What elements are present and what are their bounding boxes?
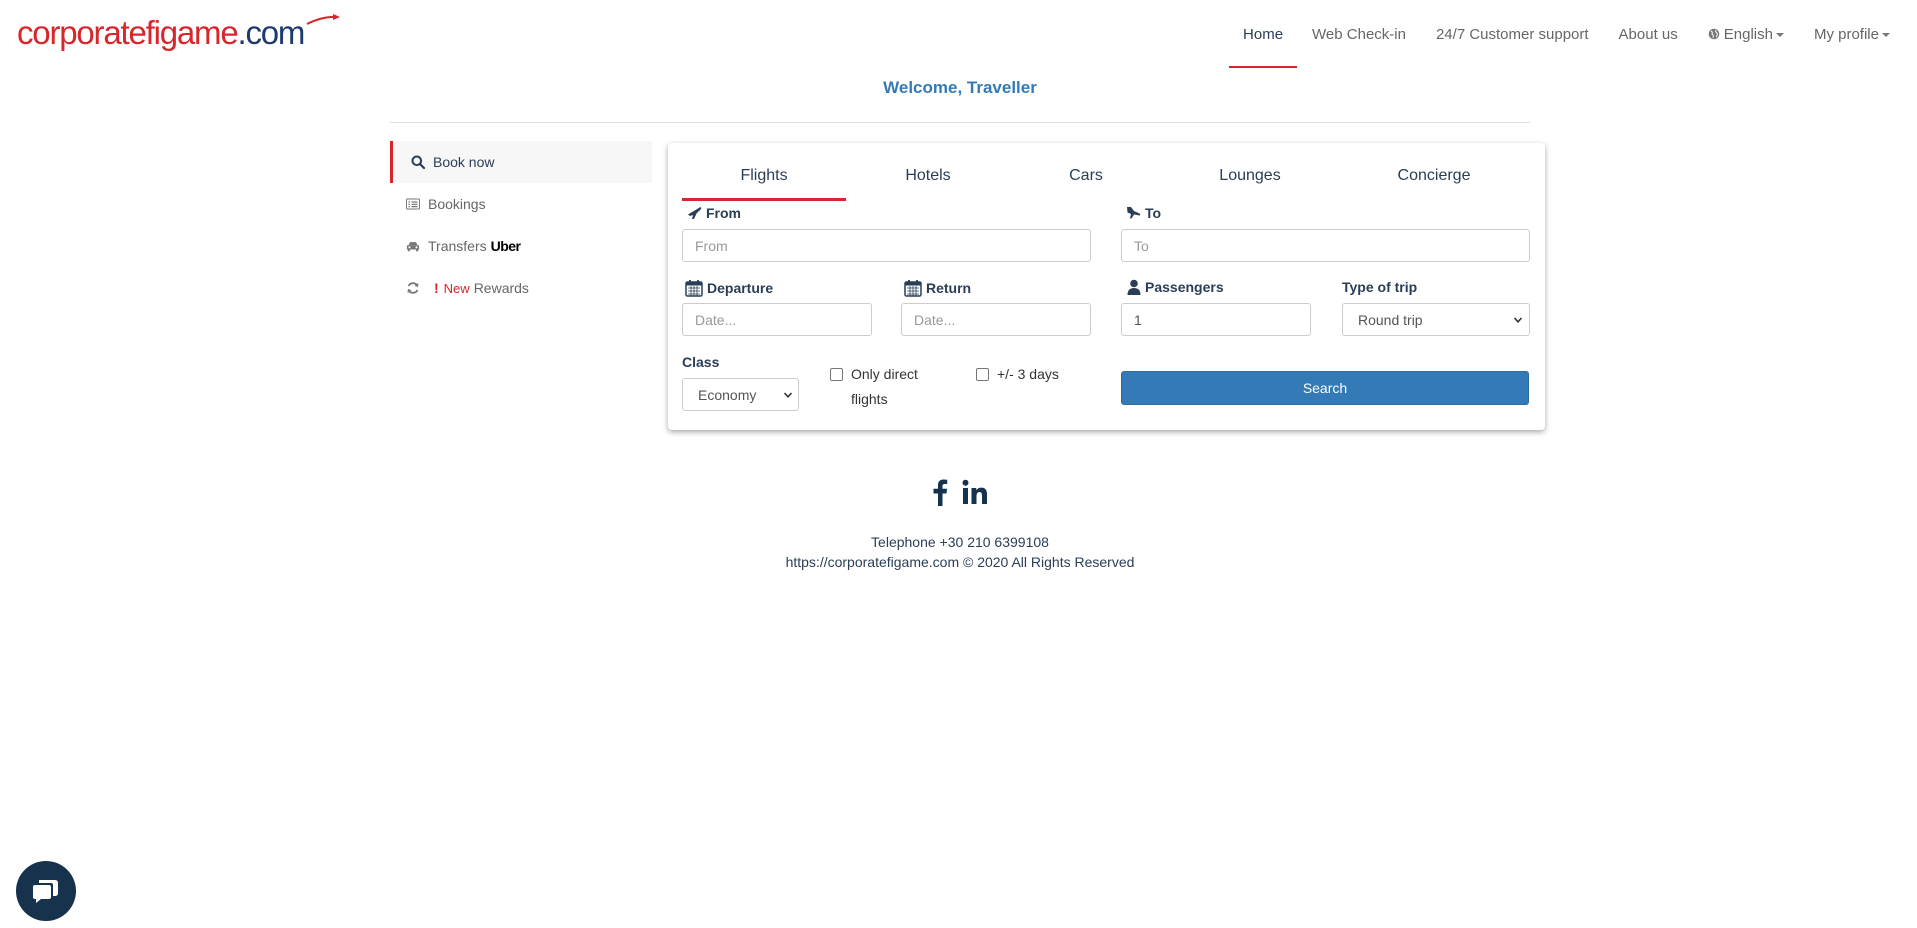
nav-about-us-label: About us <box>1618 25 1678 43</box>
linkedin-icon[interactable] <box>962 479 988 505</box>
passengers-input[interactable] <box>1121 303 1311 336</box>
plane-takeoff-icon <box>688 207 702 219</box>
footer-copyright: https://corporatefigame.com © 2020 All R… <box>785 554 1135 570</box>
class-value: Economy <box>698 386 757 403</box>
only-direct-checkbox[interactable]: Only direct flights <box>830 362 918 412</box>
sidebar-item-label: Transfers <box>428 238 487 254</box>
from-label: From <box>687 205 741 221</box>
tab-label: Flights <box>740 167 788 184</box>
top-navbar: corporatefigame.com Home Web Check-in 24… <box>0 0 1917 68</box>
trip-type-value: Round trip <box>1358 311 1423 328</box>
tab-cars[interactable]: Cars <box>1010 153 1162 193</box>
footer-telephone: Telephone +30 210 6399108 <box>871 534 1049 550</box>
refresh-icon <box>407 282 419 294</box>
tab-concierge[interactable]: Concierge <box>1338 153 1530 193</box>
site-logo[interactable]: corporatefigame.com <box>17 12 340 52</box>
nav-my-profile-label: My profile <box>1813 25 1879 43</box>
class-label: Class <box>682 354 719 370</box>
departure-label: Departure <box>685 279 773 297</box>
sidebar-item-book-now[interactable]: Book now <box>390 141 652 183</box>
nav-my-profile-dropdown[interactable]: My profile <box>1799 0 1917 68</box>
new-badge: New <box>443 280 470 296</box>
tab-label: Cars <box>1069 167 1103 184</box>
main-nav: Home Web Check-in 24/7 Customer support … <box>1229 0 1917 68</box>
class-select[interactable]: Economy <box>682 378 799 411</box>
calendar-icon <box>685 280 703 297</box>
flex-days-label: +/- 3 days <box>997 366 1059 382</box>
return-label: Return <box>904 279 971 297</box>
tab-label: Lounges <box>1219 167 1281 184</box>
from-label-text: From <box>706 205 741 221</box>
sidebar-item-label: Book now <box>433 154 495 170</box>
alert-icon: ! <box>434 280 439 296</box>
only-direct-label: Only direct flights <box>851 362 918 412</box>
calendar-icon <box>904 280 922 297</box>
social-links <box>932 478 988 506</box>
chevron-down-icon <box>1513 316 1523 323</box>
tab-lounges[interactable]: Lounges <box>1162 153 1338 193</box>
search-icon <box>411 155 425 169</box>
sidebar-item-transfers[interactable]: Transfers Uber <box>390 225 652 267</box>
plane-landing-icon <box>1127 207 1141 219</box>
tab-label: Hotels <box>905 167 951 184</box>
only-direct-line1: Only direct <box>851 366 918 382</box>
return-date-input[interactable] <box>901 303 1091 336</box>
tab-flights[interactable]: Flights <box>682 153 846 201</box>
nav-language-label: English <box>1723 25 1773 43</box>
nav-web-checkin[interactable]: Web Check-in <box>1297 0 1421 68</box>
to-label: To <box>1126 205 1161 221</box>
facebook-icon[interactable] <box>932 478 948 506</box>
class-label-text: Class <box>682 354 720 370</box>
search-button[interactable]: Search <box>1121 371 1529 405</box>
logo-plane-icon <box>306 14 340 25</box>
nav-home[interactable]: Home <box>1229 0 1298 68</box>
globe-icon <box>1708 28 1720 40</box>
tab-hotels[interactable]: Hotels <box>846 153 1010 193</box>
nav-home-label: Home <box>1243 25 1284 43</box>
return-label-text: Return <box>926 280 972 296</box>
departure-date-input[interactable] <box>682 303 872 336</box>
booking-tabs: Flights Hotels Cars Lounges Concierge <box>682 153 1530 201</box>
sidebar: Book now Bookings Transfers Uber ! New R… <box>390 141 652 309</box>
chevron-down-icon <box>783 391 793 398</box>
taxi-icon <box>406 242 420 252</box>
uber-logo: Uber <box>490 238 521 254</box>
sidebar-item-label: Bookings <box>428 196 486 212</box>
departure-label-text: Departure <box>707 280 774 296</box>
caret-down-icon <box>1775 33 1784 37</box>
chat-widget-button[interactable] <box>16 861 76 921</box>
only-direct-line2: flights <box>851 391 888 407</box>
flex-days-checkbox[interactable]: +/- 3 days <box>976 362 1059 387</box>
nav-customer-support-label: 24/7 Customer support <box>1435 25 1589 43</box>
booking-search-card: Flights Hotels Cars Lounges Concierge Fr… <box>668 143 1545 430</box>
to-input[interactable] <box>1121 229 1530 262</box>
nav-language-dropdown[interactable]: English <box>1693 0 1799 68</box>
nav-web-checkin-label: Web Check-in <box>1312 25 1406 43</box>
sidebar-item-bookings[interactable]: Bookings <box>390 183 652 225</box>
from-input[interactable] <box>682 229 1091 262</box>
caret-down-icon <box>1882 33 1890 37</box>
header-divider <box>390 122 1530 123</box>
chat-icon <box>33 880 58 903</box>
sidebar-item-rewards[interactable]: ! New Rewards <box>390 267 652 309</box>
passengers-label: Passengers <box>1127 279 1224 295</box>
trip-type-label: Type of trip <box>1342 279 1417 295</box>
passengers-label-text: Passengers <box>1145 279 1224 295</box>
trip-type-select[interactable]: Round trip <box>1342 303 1530 336</box>
user-icon <box>1127 279 1141 295</box>
logo-text: corporatefigame.com <box>17 13 305 51</box>
welcome-heading: Welcome, Traveller <box>883 78 1037 97</box>
tab-label: Concierge <box>1397 167 1471 184</box>
search-button-label: Search <box>1302 380 1348 396</box>
checkbox-box[interactable] <box>976 368 989 381</box>
nav-about-us[interactable]: About us <box>1604 0 1693 68</box>
to-label-text: To <box>1145 205 1162 221</box>
nav-customer-support[interactable]: 24/7 Customer support <box>1421 0 1604 68</box>
list-icon <box>406 198 420 210</box>
checkbox-box[interactable] <box>830 368 843 381</box>
sidebar-item-label: Rewards <box>473 280 529 296</box>
trip-type-label-text: Type of trip <box>1342 279 1418 295</box>
